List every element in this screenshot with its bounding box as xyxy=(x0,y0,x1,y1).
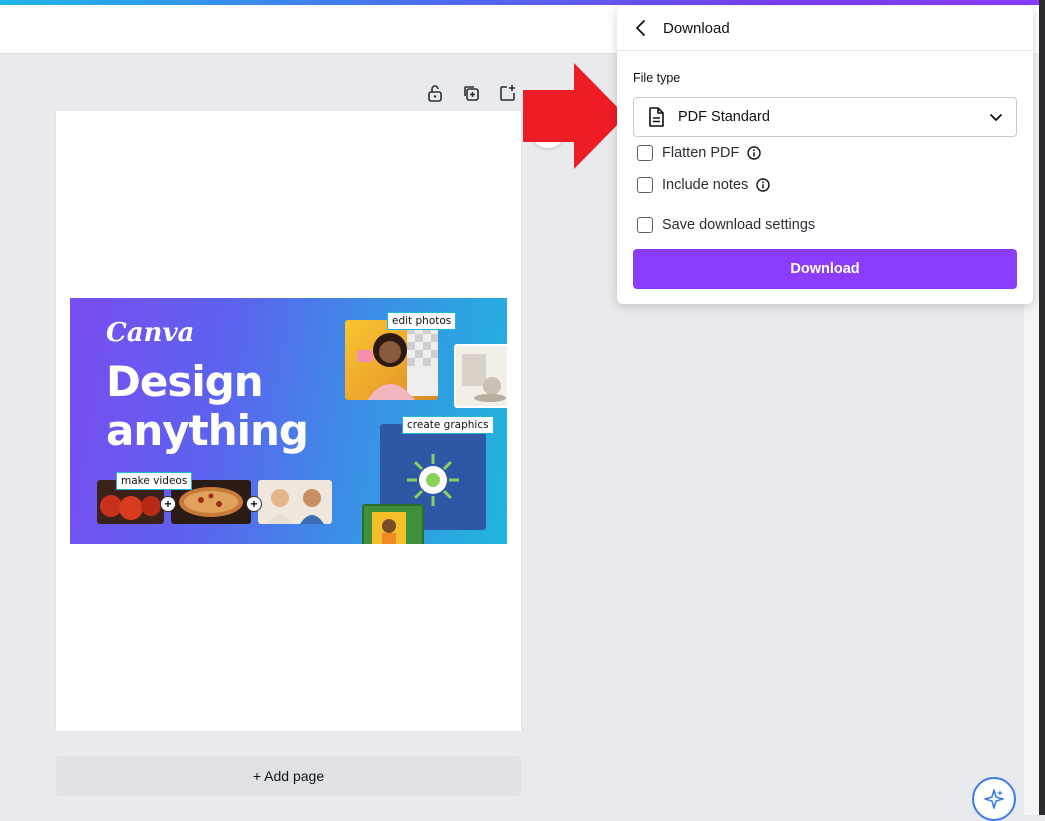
headline-line-1: Design xyxy=(106,357,264,406)
magic-icon[interactable] xyxy=(972,777,1016,821)
include-notes-checkbox[interactable] xyxy=(637,177,653,193)
plus-icon: + xyxy=(161,497,175,511)
lock-icon[interactable] xyxy=(424,82,446,104)
download-panel: Download File type PDF Standard Flatten … xyxy=(617,6,1033,304)
canva-banner-image[interactable]: Canva Design anything edit photos create… xyxy=(70,298,507,544)
window-edge xyxy=(1039,0,1045,815)
photo-tile-woman xyxy=(345,320,438,400)
headline-line-2: anything xyxy=(106,406,309,455)
document-icon xyxy=(648,107,664,132)
flatten-pdf-label: Flatten PDF xyxy=(662,145,740,161)
photo-tile-yellow xyxy=(362,504,424,544)
page-toolbar xyxy=(424,82,518,104)
add-page-icon[interactable] xyxy=(496,82,518,104)
tag-create-graphics: create graphics xyxy=(402,416,494,434)
person-photo-icon xyxy=(372,512,406,544)
info-icon[interactable] xyxy=(747,146,762,160)
save-settings-label: Save download settings xyxy=(662,217,816,233)
file-type-label: File type xyxy=(633,71,681,85)
save-settings-option[interactable]: Save download settings xyxy=(637,217,815,233)
flatten-pdf-option[interactable]: Flatten PDF xyxy=(637,145,762,161)
download-button[interactable]: Download xyxy=(633,249,1017,289)
panel-header: Download xyxy=(617,6,1033,51)
plus-icon: + xyxy=(247,497,261,511)
tag-edit-photos: edit photos xyxy=(387,312,457,330)
include-notes-option[interactable]: Include notes xyxy=(637,177,770,193)
include-notes-label: Include notes xyxy=(662,177,749,193)
file-type-value: PDF Standard xyxy=(678,109,770,125)
woman-photo-icon xyxy=(357,326,438,400)
video-tile-kids xyxy=(258,480,332,524)
tag-make-videos: make videos xyxy=(116,472,193,490)
vase-photo-icon xyxy=(462,354,506,402)
canva-logo: Canva xyxy=(106,318,195,348)
red-arrow-annotation xyxy=(523,63,626,169)
flatten-pdf-checkbox[interactable] xyxy=(637,145,653,161)
info-icon[interactable] xyxy=(756,178,770,192)
file-type-select[interactable]: PDF Standard xyxy=(633,97,1017,137)
kids-photo-icon xyxy=(268,489,324,524)
chevron-down-icon xyxy=(989,110,1003,129)
panel-title: Download xyxy=(663,20,730,37)
add-page-button[interactable]: + Add page xyxy=(56,756,521,796)
photo-tile-still-life xyxy=(454,344,507,408)
duplicate-icon[interactable] xyxy=(460,82,482,104)
save-settings-checkbox[interactable] xyxy=(637,217,653,233)
back-icon[interactable] xyxy=(631,18,651,38)
